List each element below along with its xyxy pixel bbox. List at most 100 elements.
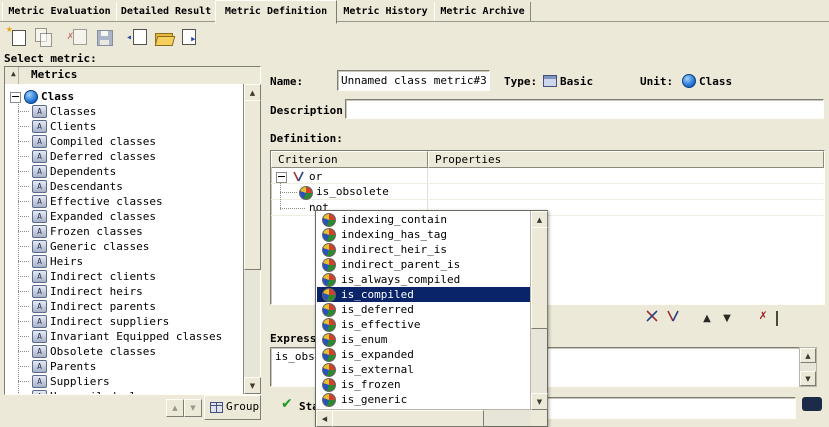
tree-item-label: Parents xyxy=(50,359,96,374)
scroll-thumb[interactable] xyxy=(332,410,484,427)
criteria-item-label: is_external xyxy=(341,363,414,376)
comment-bubble-icon[interactable] xyxy=(802,397,822,411)
group-button-label: Group xyxy=(226,400,259,413)
save-metric-button[interactable] xyxy=(92,25,116,49)
tree-item-label: Generic classes xyxy=(50,239,149,254)
criteria-item-selected[interactable]: is_compiled xyxy=(317,287,531,302)
criteria-item-label: indirect_heir_is xyxy=(341,243,447,256)
page-icon xyxy=(73,29,87,45)
tree-header-label: Metrics xyxy=(31,68,77,81)
metric-icon: A xyxy=(32,255,47,268)
type-label: Type: xyxy=(504,75,537,88)
criterion-icon xyxy=(322,348,336,362)
criteria-item[interactable]: is_expanded xyxy=(317,347,531,362)
tree-item-label: Invariant Equipped classes xyxy=(50,329,222,344)
basic-type-icon xyxy=(543,75,557,87)
export-metrics-button[interactable]: ▸ xyxy=(178,25,202,49)
class-unit-icon xyxy=(682,74,696,88)
scroll-down-icon[interactable]: ▼ xyxy=(244,377,261,394)
delete-criterion-icon[interactable]: ✗ xyxy=(754,308,772,324)
folder-front-icon xyxy=(155,36,176,46)
properties-column-header[interactable]: Properties xyxy=(428,151,824,168)
tab-detailed-result[interactable]: Detailed Result xyxy=(116,2,216,21)
criteria-item[interactable]: is_deferred xyxy=(317,302,531,317)
unit-label: Unit: xyxy=(640,75,673,88)
criterion-column-header[interactable]: Criterion xyxy=(271,151,428,168)
criteria-dropdown[interactable]: indexing_contain indexing_has_tag indire… xyxy=(315,210,548,427)
type-value: Basic xyxy=(560,75,593,88)
or-criterion-icon[interactable] xyxy=(666,310,684,326)
move-criterion-down-icon[interactable]: ▼ xyxy=(718,310,736,326)
criteria-item[interactable]: is_frozen xyxy=(317,377,531,392)
group-toggle-button[interactable]: Group xyxy=(204,395,261,420)
metric-icon: A xyxy=(32,345,47,358)
scroll-down-icon[interactable]: ▼ xyxy=(800,371,816,386)
move-criterion-up-icon[interactable]: ▲ xyxy=(698,310,716,326)
name-input[interactable] xyxy=(338,71,489,90)
scroll-up-icon[interactable]: ▲ xyxy=(244,84,261,101)
scroll-thumb[interactable] xyxy=(244,100,261,270)
metric-icon: A xyxy=(32,270,47,283)
scroll-thumb[interactable] xyxy=(531,227,548,329)
criterion-icon xyxy=(322,243,336,257)
scroll-left-icon[interactable]: ◀ xyxy=(316,410,333,427)
and-criterion-icon[interactable] xyxy=(645,310,663,326)
criteria-item[interactable]: indirect_heir_is xyxy=(317,242,531,257)
scroll-down-icon[interactable]: ▼ xyxy=(531,393,548,410)
new-metric-button[interactable]: ★ xyxy=(6,25,30,49)
tab-metric-history[interactable]: Metric History xyxy=(336,2,435,21)
criteria-item-label: indexing_has_tag xyxy=(341,228,447,241)
move-metric-up-button[interactable]: ▲ xyxy=(166,399,184,417)
copy-metric-button[interactable] xyxy=(32,25,56,49)
tree-item-label: Heirs xyxy=(50,254,83,269)
criterion-icon xyxy=(322,303,336,317)
criteria-item[interactable]: is_effective xyxy=(317,317,531,332)
criterion-icon xyxy=(322,228,336,242)
expression-scrollbar[interactable]: ▲ ▼ xyxy=(799,347,817,387)
import-metrics-button[interactable]: ◂ xyxy=(126,25,150,49)
criteria-item-label: is_expanded xyxy=(341,348,414,361)
scroll-up-icon[interactable]: ▲ xyxy=(800,348,816,363)
metric-icon: A xyxy=(32,150,47,163)
criteria-item[interactable]: is_enum xyxy=(317,332,531,347)
collapse-box-icon[interactable] xyxy=(10,92,21,103)
tree-item-label: Uncompiled classes xyxy=(50,389,169,394)
criterion-row-or[interactable]: or xyxy=(309,170,322,183)
criteria-item[interactable]: indexing_contain xyxy=(317,212,531,227)
metric-icon: A xyxy=(32,300,47,313)
tab-metric-definition[interactable]: Metric Definition xyxy=(215,0,337,24)
tab-metric-archive[interactable]: Metric Archive xyxy=(434,2,531,21)
criteria-item[interactable]: indexing_has_tag xyxy=(317,227,531,242)
delete-metric-button[interactable]: ✗ xyxy=(66,25,90,49)
metric-tree[interactable]: Class AClasses AClients ACompiled classe… xyxy=(5,84,244,394)
metric-icon: A xyxy=(32,165,47,178)
tree-header[interactable]: ▲ Metrics xyxy=(5,67,260,85)
tree-scrollbar[interactable]: ▲ ▼ xyxy=(243,84,260,394)
metric-icon: A xyxy=(32,225,47,238)
tree-item-label: Expanded classes xyxy=(50,209,156,224)
criterion-icon xyxy=(322,213,336,227)
metric-icon: A xyxy=(32,360,47,373)
tab-metric-evaluation[interactable]: Metric Evaluation xyxy=(2,2,117,21)
criteria-item[interactable]: indirect_parent_is xyxy=(317,257,531,272)
metric-icon: A xyxy=(32,120,47,133)
criteria-item[interactable]: is_external xyxy=(317,362,531,377)
move-metric-down-button[interactable]: ▼ xyxy=(184,399,202,417)
criteria-item[interactable]: is_always_compiled xyxy=(317,272,531,287)
collapse-box-icon[interactable] xyxy=(276,172,287,183)
tree-item-label: Dependents xyxy=(50,164,116,179)
criterion-row-is-obsolete[interactable]: is_obsolete xyxy=(316,185,389,198)
open-metrics-button[interactable] xyxy=(152,25,176,49)
dropdown-vscrollbar[interactable]: ▲ ▼ xyxy=(530,211,547,410)
scroll-up-icon[interactable]: ▲ xyxy=(531,211,548,228)
criteria-item[interactable]: is_generic xyxy=(317,392,531,407)
metric-icon: A xyxy=(32,375,47,388)
criteria-list[interactable]: indexing_contain indexing_has_tag indire… xyxy=(317,212,531,410)
name-label: Name: xyxy=(270,75,303,88)
tree-item-label: Suppliers xyxy=(50,374,110,389)
description-input[interactable] xyxy=(346,100,823,118)
dropdown-hscrollbar[interactable]: ◀ xyxy=(316,409,531,426)
erase-definition-icon[interactable] xyxy=(776,312,778,325)
metric-icon: A xyxy=(32,195,47,208)
arrow-out-icon: ▸ xyxy=(190,32,197,45)
